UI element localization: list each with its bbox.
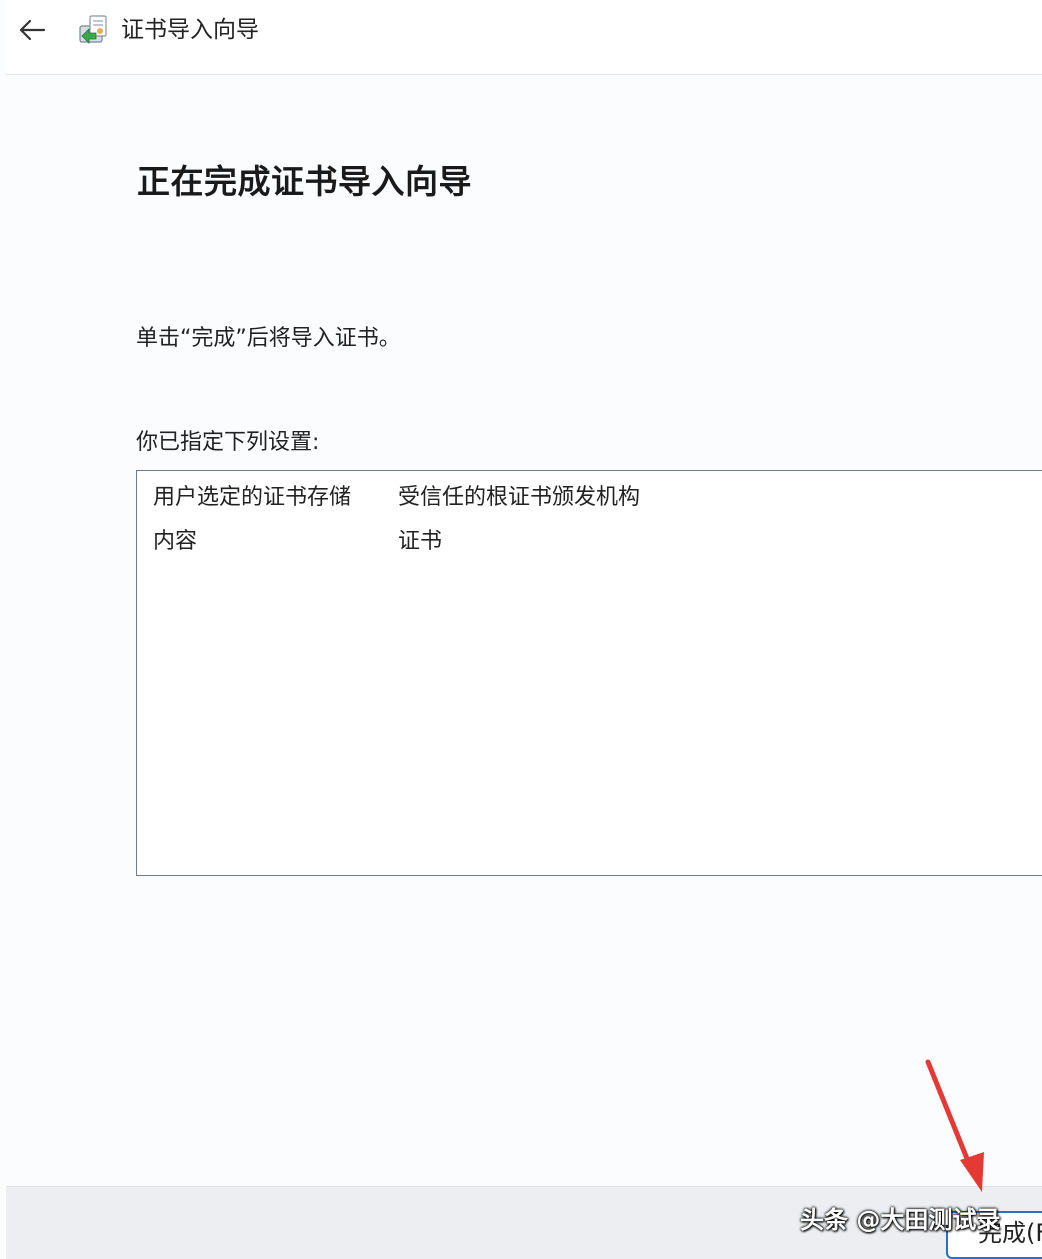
watermark-text: 头条 @大田测试录: [800, 1206, 1001, 1234]
settings-value: 受信任的根证书颁发机构: [398, 485, 641, 510]
settings-row-store: 用户选定的证书存储 受信任的根证书颁发机构: [153, 481, 1033, 515]
certificate-wizard-icon: [79, 15, 107, 44]
page-title: 正在完成证书导入向导: [137, 162, 472, 201]
window-title: 证书导入向导: [121, 17, 259, 43]
instruction-text: 单击“完成”后将导入证书。: [136, 326, 401, 351]
arrow-head: [960, 1152, 984, 1192]
arrow-shaft: [925, 1059, 973, 1169]
settings-key: 用户选定的证书存储: [153, 485, 352, 510]
arrow-left-icon: [19, 19, 46, 41]
title-bar: 证书导入向导: [6, 0, 1042, 75]
settings-row-content: 内容 证书: [153, 525, 1033, 559]
settings-value: 证书: [398, 529, 443, 554]
settings-key: 内容: [153, 529, 198, 554]
settings-label: 你已指定下列设置:: [136, 430, 320, 455]
back-button[interactable]: [14, 12, 50, 48]
red-arrow-annotation: [925, 1059, 984, 1192]
settings-summary-box[interactable]: 用户选定的证书存储 受信任的根证书颁发机构 内容 证书: [136, 470, 1042, 876]
